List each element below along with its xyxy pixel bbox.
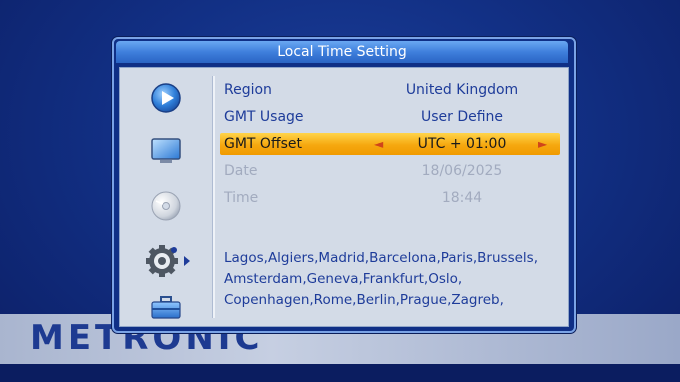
setting-row-time: Time 18:44 <box>220 187 560 209</box>
setting-value: 18/06/2025 <box>421 163 503 179</box>
setting-row-gmt-usage[interactable]: GMT Usage User Define <box>220 106 560 128</box>
dialog-title: Local Time Setting <box>116 41 568 63</box>
bottom-bar <box>0 364 680 382</box>
dialog-content: Region United Kingdom GMT Usage User Def… <box>119 67 569 327</box>
disc-icon[interactable] <box>150 190 182 222</box>
toolbox-icon[interactable] <box>150 296 182 320</box>
panel-divider <box>212 76 215 318</box>
timezone-cities-text: Lagos,Algiers,Madrid,Barcelona,Paris,Bru… <box>224 248 560 311</box>
setting-value: UTC + 01:00 <box>417 136 507 152</box>
local-time-setting-dialog: Local Time Setting Region United Kingdom… <box>112 37 576 333</box>
tv-screen-icon[interactable] <box>150 136 182 166</box>
setting-label: Region <box>224 82 272 98</box>
cities-line: Lagos,Algiers,Madrid,Barcelona,Paris,Bru… <box>224 250 538 266</box>
settings-gear-icon[interactable] <box>144 244 200 278</box>
setting-label: GMT Offset <box>224 136 302 152</box>
setting-row-date: Date 18/06/2025 <box>220 160 560 182</box>
cities-line: Copenhagen,Rome,Berlin,Prague,Zagreb, <box>224 292 504 308</box>
setting-value: 18:44 <box>441 190 483 206</box>
setting-row-region[interactable]: Region United Kingdom <box>220 79 560 101</box>
media-play-icon[interactable] <box>150 82 182 114</box>
setting-value: United Kingdom <box>405 82 519 98</box>
setting-label: Date <box>224 163 258 179</box>
setting-value: User Define <box>420 109 504 125</box>
setting-label: Time <box>224 190 259 206</box>
setting-label: GMT Usage <box>224 109 304 125</box>
cities-line: Amsterdam,Geneva,Frankfurt,Oslo, <box>224 271 463 287</box>
menu-icon-column <box>120 68 210 326</box>
setting-row-gmt-offset[interactable]: GMT Offset ◄ UTC + 01:00 ► <box>220 133 560 155</box>
arrow-left-icon[interactable]: ◄ <box>374 133 383 155</box>
arrow-right-icon[interactable]: ► <box>538 133 547 155</box>
